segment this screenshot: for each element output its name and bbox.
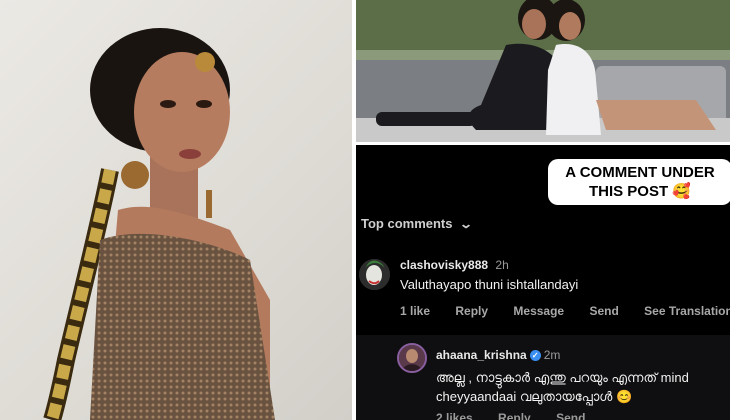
comment-actions: 1 like Reply Message Send See Translatio… [400, 304, 730, 318]
chevron-down-icon: ⌄ [458, 217, 473, 231]
post-photo-illustration [356, 0, 730, 142]
avatar[interactable] [397, 343, 427, 373]
timestamp: 2m [543, 348, 561, 362]
see-translation-button[interactable]: See Translation [644, 304, 730, 318]
send-button[interactable]: Send [556, 411, 585, 420]
avatar[interactable] [359, 259, 390, 290]
top-comments-label: Top comments [361, 216, 453, 231]
callout-line2: THIS POST 🥰 [588, 183, 692, 200]
username[interactable]: ahaana_krishna [436, 348, 527, 362]
timestamp: 2h [495, 258, 509, 272]
post-photo [356, 0, 730, 142]
reply-button[interactable]: Reply [455, 304, 488, 318]
reply-button[interactable]: Reply [498, 411, 531, 420]
comments-panel: A COMMENT UNDER THIS POST 🥰 Top comments… [356, 145, 730, 420]
caption-callout: A COMMENT UNDER THIS POST 🥰 [548, 159, 730, 205]
username[interactable]: clashovisky888 [400, 258, 488, 272]
like-count[interactable]: 1 like [400, 304, 430, 318]
comment-header: clashovisky888 2h [400, 258, 509, 272]
reply-comment-item: ahaana_krishna ✓ 2m അല്ല , നാട്ടുകാർ എന്തു… [356, 335, 730, 420]
smiling-emoji: 😊 [615, 389, 633, 404]
callout-line1: A COMMENT UNDER [565, 164, 715, 181]
profile-avatar-icon [399, 345, 425, 371]
portrait-illustration [43, 28, 275, 420]
portrait-photo [0, 0, 352, 420]
send-button[interactable]: Send [589, 304, 618, 318]
joker-avatar-icon [359, 259, 390, 290]
like-count[interactable]: 2 likes [436, 411, 473, 420]
smiling-hearts-emoji: 🥰 [672, 183, 692, 200]
comment-text: Valuthayapo thuni ishtallandayi [400, 277, 579, 292]
comment-header: ahaana_krishna ✓ 2m [436, 348, 560, 362]
comment-actions: 2 likes Reply Send [436, 411, 607, 420]
comment-text: അല്ല , നാട്ടുകാർ എന്തു പറയും എന്നത് mind… [436, 370, 689, 404]
top-comments-header[interactable]: Top comments ⌄ [361, 216, 473, 231]
message-button[interactable]: Message [513, 304, 564, 318]
comment-item: clashovisky888 2h Valuthayapo thuni isht… [356, 253, 730, 333]
verified-badge-icon: ✓ [529, 350, 541, 362]
